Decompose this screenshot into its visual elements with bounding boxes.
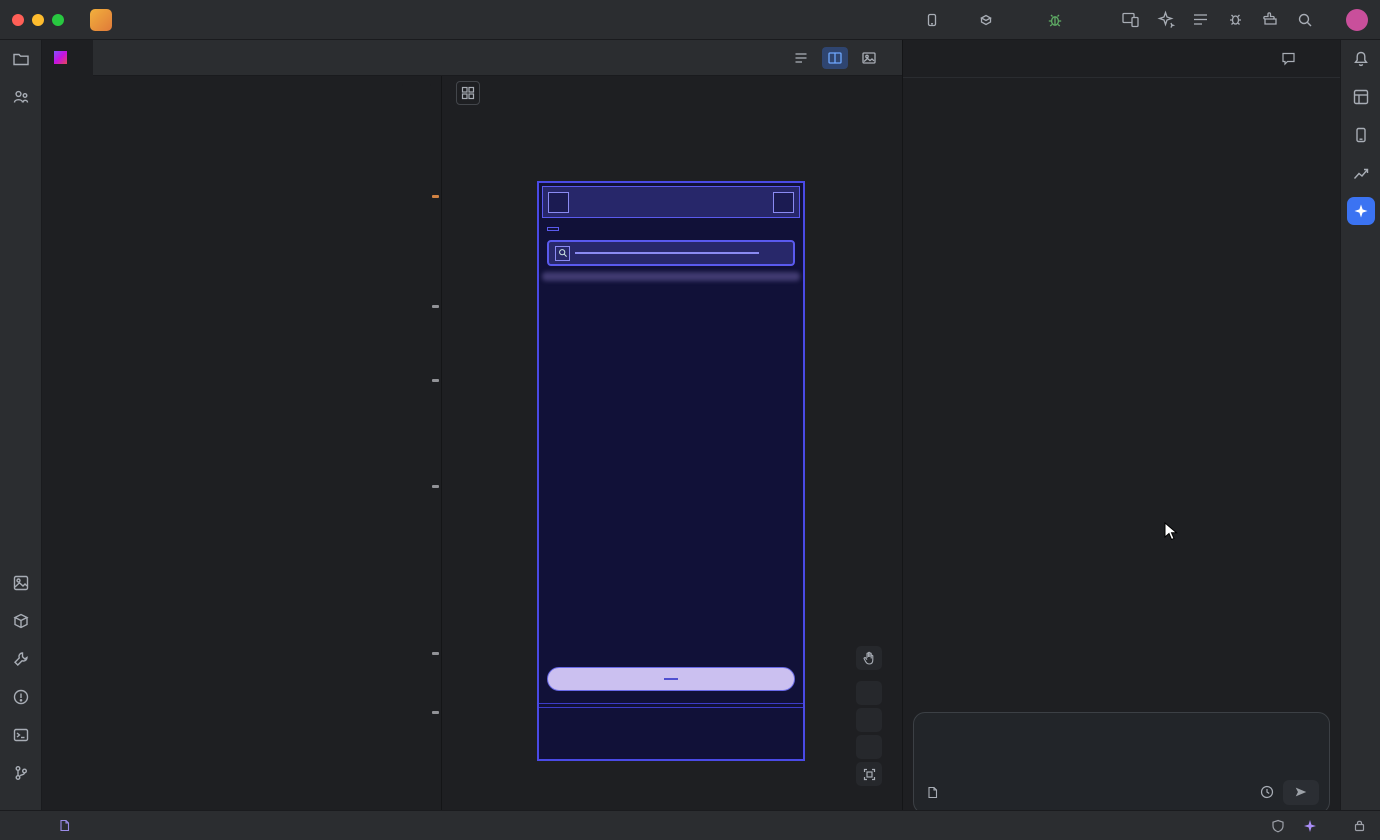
gemini-body xyxy=(903,78,1340,810)
app-module-icon xyxy=(979,13,993,27)
ai-assist-icon[interactable] xyxy=(1156,10,1175,29)
gemini-input-placeholder xyxy=(914,713,1329,724)
compose-preview-pane xyxy=(442,76,902,810)
bottom-nav-wrap xyxy=(539,703,803,759)
zoom-reset-button[interactable] xyxy=(856,735,882,759)
preview-phone-screen xyxy=(537,181,805,761)
main-area xyxy=(0,40,1380,810)
preview-app-bar xyxy=(542,186,800,218)
resource-manager-tool-button[interactable] xyxy=(0,564,42,602)
run-config-selector[interactable] xyxy=(979,13,1003,27)
maximize-window-button[interactable] xyxy=(52,14,64,26)
back-button[interactable] xyxy=(548,192,569,213)
plugins-icon[interactable] xyxy=(1261,10,1280,29)
user-avatar[interactable] xyxy=(1346,9,1368,31)
shield-icon[interactable] xyxy=(1271,819,1285,833)
contact-us-button[interactable] xyxy=(547,667,795,691)
send-button[interactable] xyxy=(1283,780,1319,805)
minimize-window-button[interactable] xyxy=(32,14,44,26)
layout-inspector-button[interactable] xyxy=(1341,78,1380,116)
code-editor[interactable] xyxy=(42,76,442,810)
pan-tool-button[interactable] xyxy=(856,646,882,670)
zoom-in-button[interactable] xyxy=(856,681,882,705)
design-view-toggle[interactable] xyxy=(856,47,882,69)
gemini-input[interactable] xyxy=(913,712,1330,814)
lock-icon[interactable] xyxy=(1353,819,1366,832)
context-icon xyxy=(926,786,939,799)
chat-history-icon[interactable] xyxy=(1281,51,1296,66)
grid-layout-toggle[interactable] xyxy=(456,81,480,105)
terminal-tool-button[interactable] xyxy=(0,716,42,754)
statusbar xyxy=(0,810,1380,840)
header-shadow xyxy=(542,272,800,281)
xml-file-icon xyxy=(58,819,71,832)
zoom-controls xyxy=(856,646,882,786)
history-icon[interactable] xyxy=(1260,785,1274,799)
split-view-toggle[interactable] xyxy=(822,47,848,69)
phone-icon xyxy=(925,13,939,27)
editor-tab[interactable] xyxy=(42,40,93,76)
zoom-to-fit-button[interactable] xyxy=(856,762,882,786)
error-stripe-mark[interactable] xyxy=(432,305,439,308)
editor-region xyxy=(42,40,902,810)
bottom-nav xyxy=(539,707,803,759)
code-view-toggle[interactable] xyxy=(788,47,814,69)
inspections-widget[interactable] xyxy=(402,84,431,86)
error-stripe-mark[interactable] xyxy=(432,195,439,198)
more-tools-button[interactable] xyxy=(0,116,42,154)
mouse-cursor xyxy=(1164,522,1180,542)
version-control-tool-button[interactable] xyxy=(0,754,42,792)
project-tool-button[interactable] xyxy=(0,40,42,78)
running-devices-button[interactable] xyxy=(1341,116,1380,154)
search-icon xyxy=(555,246,570,261)
gemini-header xyxy=(903,40,1340,78)
search-icon[interactable] xyxy=(1296,11,1314,29)
window-controls xyxy=(12,14,64,26)
zoom-out-button[interactable] xyxy=(856,708,882,732)
device-selector[interactable] xyxy=(925,13,949,27)
screen-title xyxy=(547,227,559,231)
device-explorer-tool-button[interactable] xyxy=(0,602,42,640)
gemini-rail-button[interactable] xyxy=(1347,197,1375,225)
error-stripe-mark[interactable] xyxy=(432,652,439,655)
profiler-icon[interactable] xyxy=(1226,10,1245,29)
contact-us-label xyxy=(664,678,678,680)
error-stripe-mark[interactable] xyxy=(432,711,439,714)
kotlin-file-icon xyxy=(54,51,67,64)
search-bar[interactable] xyxy=(547,240,795,266)
debug-button[interactable] xyxy=(1047,12,1063,28)
gemini-panel xyxy=(902,40,1340,810)
commit-tool-button[interactable] xyxy=(0,78,42,116)
settings-button[interactable] xyxy=(773,192,794,213)
faq-list xyxy=(539,286,803,667)
close-window-button[interactable] xyxy=(12,14,24,26)
problems-tool-button[interactable] xyxy=(0,678,42,716)
build-tool-button[interactable] xyxy=(0,640,42,678)
task-list-icon[interactable] xyxy=(1191,10,1210,29)
app-insights-button[interactable] xyxy=(1341,154,1380,192)
search-placeholder xyxy=(575,252,759,254)
titlebar xyxy=(0,0,1380,40)
error-stripe-mark[interactable] xyxy=(432,485,439,488)
left-tool-rail xyxy=(0,40,42,810)
notifications-button[interactable] xyxy=(1341,40,1380,78)
device-mirroring-icon[interactable] xyxy=(1121,10,1140,29)
project-logo xyxy=(90,9,112,31)
editor-tabbar xyxy=(42,40,902,76)
ai-spark-icon[interactable] xyxy=(1303,819,1317,833)
error-stripe-mark[interactable] xyxy=(432,379,439,382)
right-tool-rail xyxy=(1340,40,1380,810)
